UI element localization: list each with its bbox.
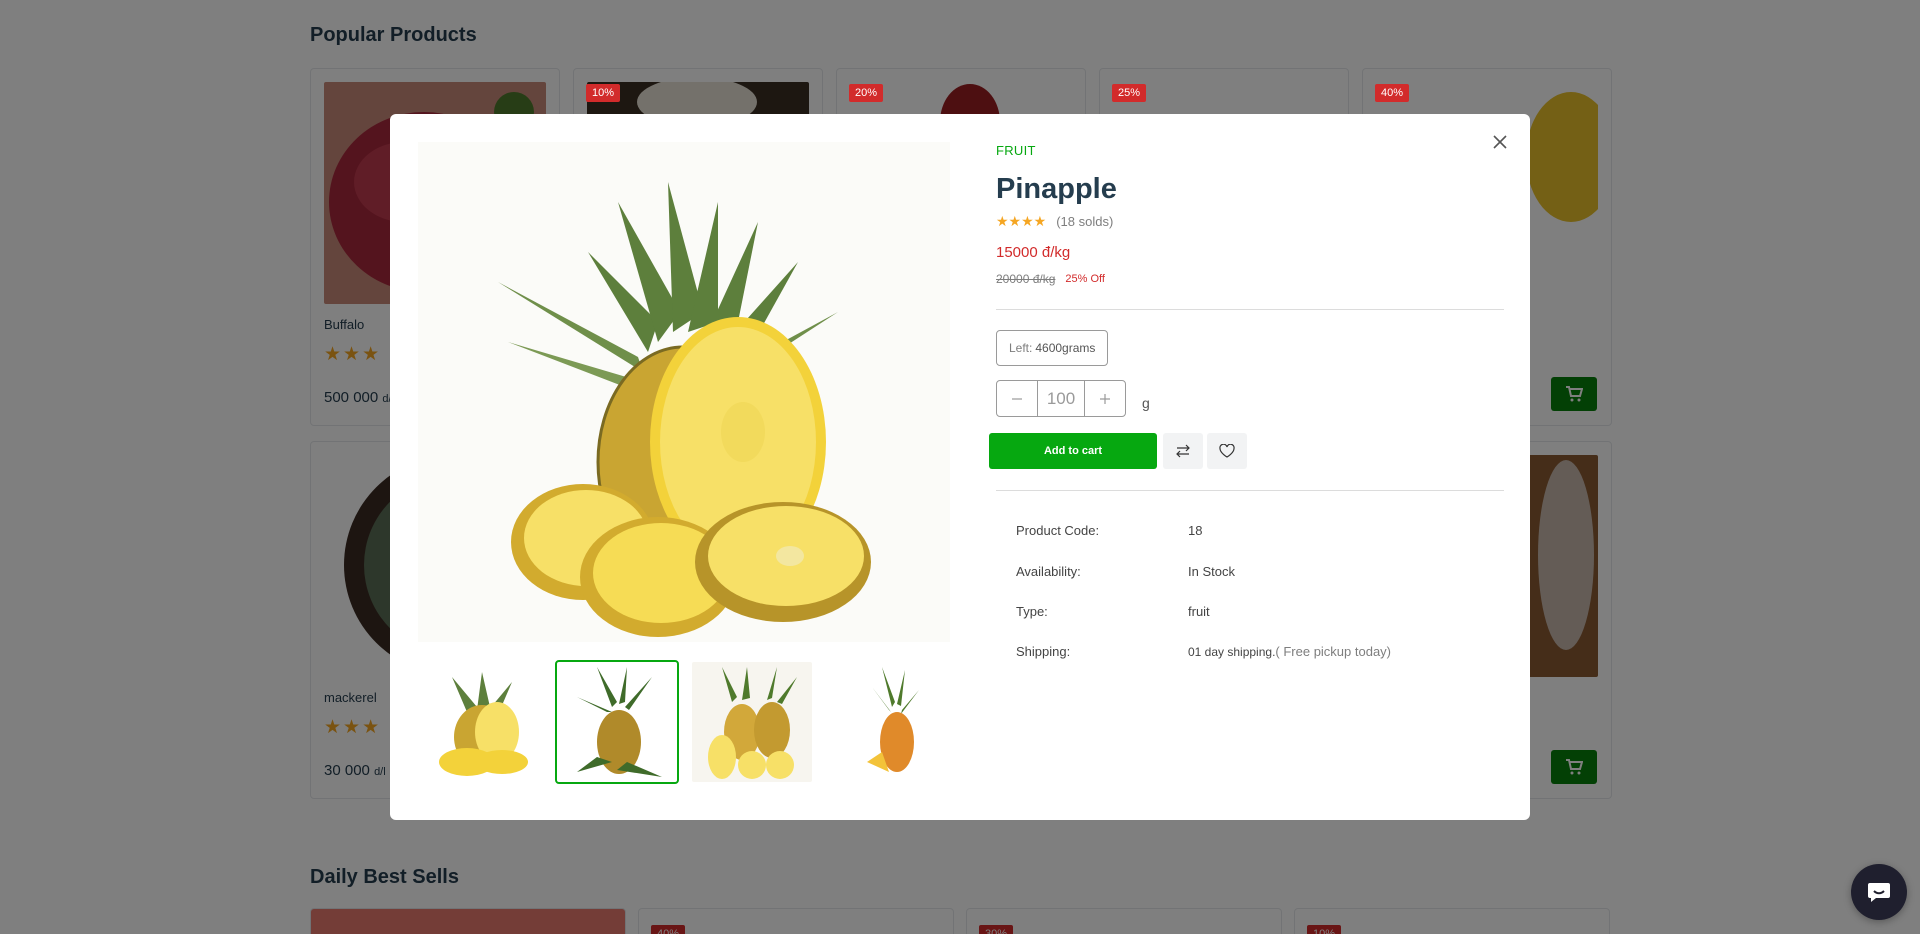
old-price-row: 20000 đ/kg 25% Off [996,272,1105,286]
increase-button[interactable] [1085,381,1125,416]
heart-icon [1219,444,1235,458]
discount-badge: 20% [849,84,884,102]
wishlist-button[interactable] [1207,433,1247,469]
spec-product-code: Product Code: 18 [1016,523,1203,538]
minus-icon [1012,397,1022,400]
discount-badge: 40% [1375,84,1410,102]
stock-left-box: Left: 4600grams [996,330,1109,366]
thumbnail-strip [420,660,950,786]
chat-icon [1868,883,1890,902]
rating-row: ★★★★ (18 solds) [996,213,1113,230]
spec-availability: Availability: In Stock [1016,564,1235,579]
quantity-stepper[interactable]: 100 [996,380,1126,417]
quantity-unit: g [1142,395,1150,411]
close-button[interactable] [1486,128,1514,156]
discount-badge: 25% [1112,84,1147,102]
divider [996,490,1504,491]
thumbnail-1[interactable] [420,660,544,784]
thumbnail-2[interactable] [555,660,679,784]
thumbnail-4[interactable] [825,660,949,784]
divider [996,309,1504,310]
close-icon [1493,135,1507,149]
thumbnail-3[interactable] [690,660,814,784]
chat-button[interactable] [1851,864,1907,920]
discount-badge: 10% [586,84,621,102]
plus-icon [1100,393,1110,404]
quick-view-modal: FRUIT Pinapple ★★★★ (18 solds) 15000 đ/k… [390,114,1530,820]
product-category: FRUIT [996,143,1036,158]
compare-arrows-icon [1176,444,1190,458]
product-main-image[interactable] [418,142,950,642]
spec-shipping: Shipping: 01 day shipping.( Free pickup … [1016,644,1392,659]
sold-count: (18 solds) [1056,214,1114,229]
current-price: 15000 đ/kg [996,244,1071,261]
old-price: 20000 đ/kg [996,272,1056,286]
decrease-button[interactable] [997,381,1037,416]
compare-button[interactable] [1163,433,1203,469]
product-title: Pinapple [996,173,1117,205]
discount-label: 25% Off [1065,273,1105,285]
rating-stars: ★★★★ [996,213,1047,229]
spec-type: Type: fruit [1016,604,1210,619]
quantity-input[interactable]: 100 [1037,381,1085,416]
stock-value: 4600grams [1035,341,1096,355]
add-to-cart-button[interactable]: Add to cart [989,433,1157,469]
